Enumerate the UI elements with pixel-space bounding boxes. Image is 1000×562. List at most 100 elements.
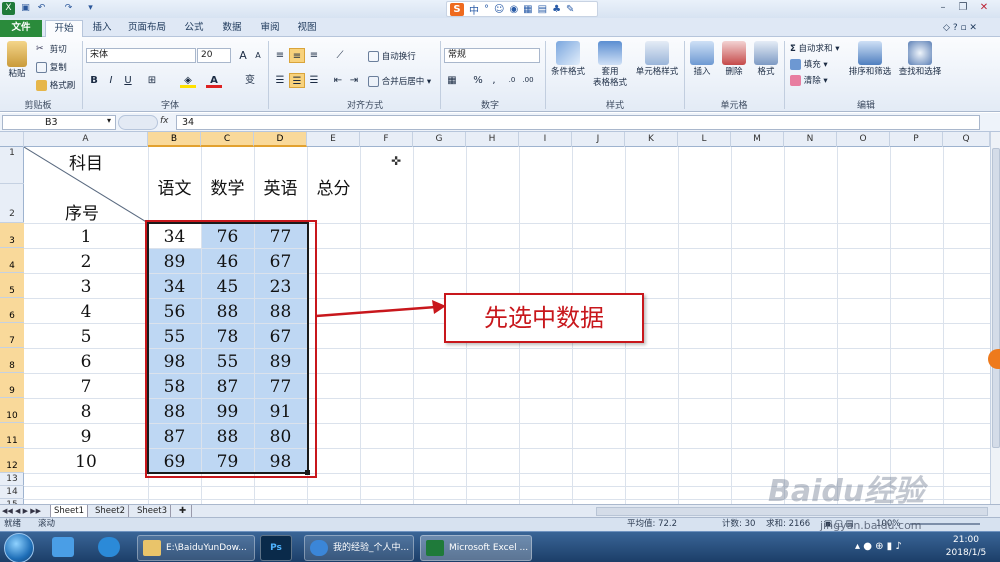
column-header[interactable]: K	[625, 132, 678, 147]
percent-button[interactable]: %	[470, 73, 486, 88]
row-number[interactable]: 4	[64, 302, 108, 322]
row-header[interactable]: 14	[0, 486, 24, 499]
column-header[interactable]: L	[678, 132, 731, 147]
sheet-nav-icons[interactable]: ◀◀ ◀ ▶ ▶▶	[2, 505, 41, 517]
currency-button[interactable]: ▦	[444, 73, 460, 88]
tab-review[interactable]: 审阅	[256, 20, 284, 37]
font-size-select[interactable]: 20	[197, 48, 231, 63]
column-header[interactable]: P	[890, 132, 943, 147]
cell-styles-button[interactable]: 单元格样式	[634, 41, 680, 78]
row-number[interactable]: 1	[64, 227, 108, 247]
underline-button[interactable]: U	[120, 73, 136, 88]
taskbar-item-photoshop[interactable]: Ps	[260, 535, 292, 561]
row-header[interactable]: 7	[0, 323, 24, 348]
border-button[interactable]: ⊞	[144, 73, 160, 88]
font-grow-button[interactable]: A	[235, 48, 251, 63]
row-number[interactable]: 10	[64, 452, 108, 472]
align-center-button[interactable]: ☰	[289, 73, 305, 88]
paste-button[interactable]: 粘贴	[3, 41, 31, 80]
new-sheet-icon[interactable]: ✚	[176, 505, 192, 517]
increase-decimal-button[interactable]: .0	[504, 73, 520, 88]
increase-indent-button[interactable]: ⇥	[346, 73, 362, 88]
row-header[interactable]: 11	[0, 423, 24, 448]
column-header[interactable]: C	[201, 132, 254, 147]
row-number[interactable]: 6	[64, 352, 108, 372]
row-number[interactable]: 7	[64, 377, 108, 397]
clear-button[interactable]: 清除 ▾	[790, 74, 828, 86]
align-middle-button[interactable]: ≡	[289, 48, 305, 63]
row-header[interactable]: 12	[0, 448, 24, 473]
sheet-tab[interactable]: Sheet1	[50, 505, 88, 517]
column-header[interactable]: E	[307, 132, 360, 147]
name-box[interactable]: B3	[2, 115, 116, 130]
column-header[interactable]: G	[413, 132, 466, 147]
font-name-select[interactable]: 宋体	[86, 48, 196, 63]
name-box-dropdown-icon[interactable]: ▾	[107, 116, 111, 125]
row-header[interactable]: 9	[0, 373, 24, 398]
ime-toolbar[interactable]: S 中 ° ☺ ◉ ▦ ▤ ♣ ✎	[446, 1, 598, 17]
row-number[interactable]: 2	[64, 252, 108, 272]
column-header[interactable]: H	[466, 132, 519, 147]
ime-emoji-icon[interactable]: ☺	[494, 4, 504, 15]
tab-data[interactable]: 数据	[218, 20, 246, 37]
save-icon[interactable]: ▣	[19, 2, 32, 15]
find-select-button[interactable]: 查找和选择	[896, 41, 944, 78]
close-button[interactable]: ✕	[976, 1, 992, 15]
tab-home[interactable]: 开始	[45, 20, 83, 37]
ime-keyboard-icon[interactable]: ▦	[523, 4, 532, 15]
row-header[interactable]: 5	[0, 273, 24, 298]
taskbar-item-browser[interactable]: 我的经验_个人中...	[304, 535, 414, 561]
column-header[interactable]: I	[519, 132, 572, 147]
redo-icon[interactable]: ↷	[62, 2, 75, 15]
clock-date[interactable]: 2018/1/5	[940, 548, 992, 558]
bold-button[interactable]: B	[86, 73, 102, 88]
row-header[interactable]: 1	[0, 147, 24, 184]
tab-file[interactable]: 文件	[0, 20, 42, 37]
row-number[interactable]: 9	[64, 427, 108, 447]
align-bottom-button[interactable]: ≡	[306, 48, 322, 63]
scrollbar-thumb[interactable]	[992, 148, 1000, 448]
insert-function-button[interactable]: fx	[160, 116, 169, 126]
align-right-button[interactable]: ☰	[306, 73, 322, 88]
ime-tool-icon[interactable]: ✎	[566, 4, 574, 15]
sheet-tab[interactable]: Sheet2	[92, 505, 129, 517]
side-widget-icon[interactable]	[988, 349, 1000, 369]
format-painter-button[interactable]: 格式刷	[36, 79, 75, 91]
format-cells-button[interactable]: 格式	[752, 41, 780, 78]
wrap-text-button[interactable]: 自动换行	[368, 50, 416, 62]
font-color-button[interactable]: A	[206, 73, 222, 88]
column-header[interactable]: J	[572, 132, 625, 147]
autosum-button[interactable]: Σ 自动求和 ▾	[790, 42, 840, 54]
column-header[interactable]: B	[148, 132, 201, 147]
fill-color-button[interactable]: ◈	[180, 73, 196, 88]
ime-mic-icon[interactable]: ◉	[509, 4, 518, 15]
row-header[interactable]: 2	[0, 184, 24, 223]
italic-button[interactable]: I	[103, 73, 119, 88]
column-header[interactable]: Q	[943, 132, 990, 147]
comma-button[interactable]: ,	[486, 73, 502, 88]
taskbar-item-folder[interactable]: E:\BaiduYunDow...	[137, 535, 255, 561]
align-left-button[interactable]: ☰	[272, 73, 288, 88]
delete-cells-button[interactable]: 删除	[720, 41, 748, 78]
ribbon-help-icons[interactable]: ◇ ? ▫ ✕	[930, 20, 990, 37]
taskbar-bird-icon[interactable]	[52, 537, 74, 557]
column-header[interactable]: O	[837, 132, 890, 147]
column-header[interactable]: A	[24, 132, 148, 147]
insert-cells-button[interactable]: 插入	[688, 41, 716, 78]
decrease-decimal-button[interactable]: .00	[520, 73, 536, 88]
fill-button[interactable]: 填充 ▾	[790, 58, 828, 70]
column-header[interactable]: M	[731, 132, 784, 147]
taskbar-item-excel[interactable]: Microsoft Excel ...	[420, 535, 532, 561]
sheet-tab[interactable]: Sheet3	[134, 505, 171, 517]
decrease-indent-button[interactable]: ⇤	[330, 73, 346, 88]
column-header[interactable]: D	[254, 132, 307, 147]
formula-input[interactable]: 34	[176, 115, 980, 130]
ime-skin-icon[interactable]: ♣	[552, 4, 561, 15]
clock-time[interactable]: 21:00	[940, 535, 992, 545]
merge-center-button[interactable]: 合并后居中 ▾	[368, 75, 431, 87]
conditional-format-button[interactable]: 条件格式	[548, 41, 588, 78]
sort-filter-button[interactable]: 排序和筛选	[846, 41, 894, 78]
phonetic-button[interactable]: 变	[242, 73, 258, 88]
number-format-select[interactable]: 常规	[444, 48, 540, 63]
ime-punct-icon[interactable]: °	[484, 4, 489, 15]
